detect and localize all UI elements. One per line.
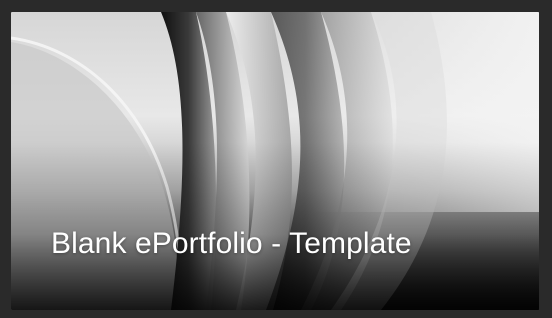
card-title[interactable]: Blank ePortfolio - Template xyxy=(51,226,412,262)
card-frame: Blank ePortfolio - Template xyxy=(0,0,552,318)
book-pages-image xyxy=(11,12,539,310)
eportfolio-template-card[interactable]: Blank ePortfolio - Template xyxy=(11,12,539,310)
